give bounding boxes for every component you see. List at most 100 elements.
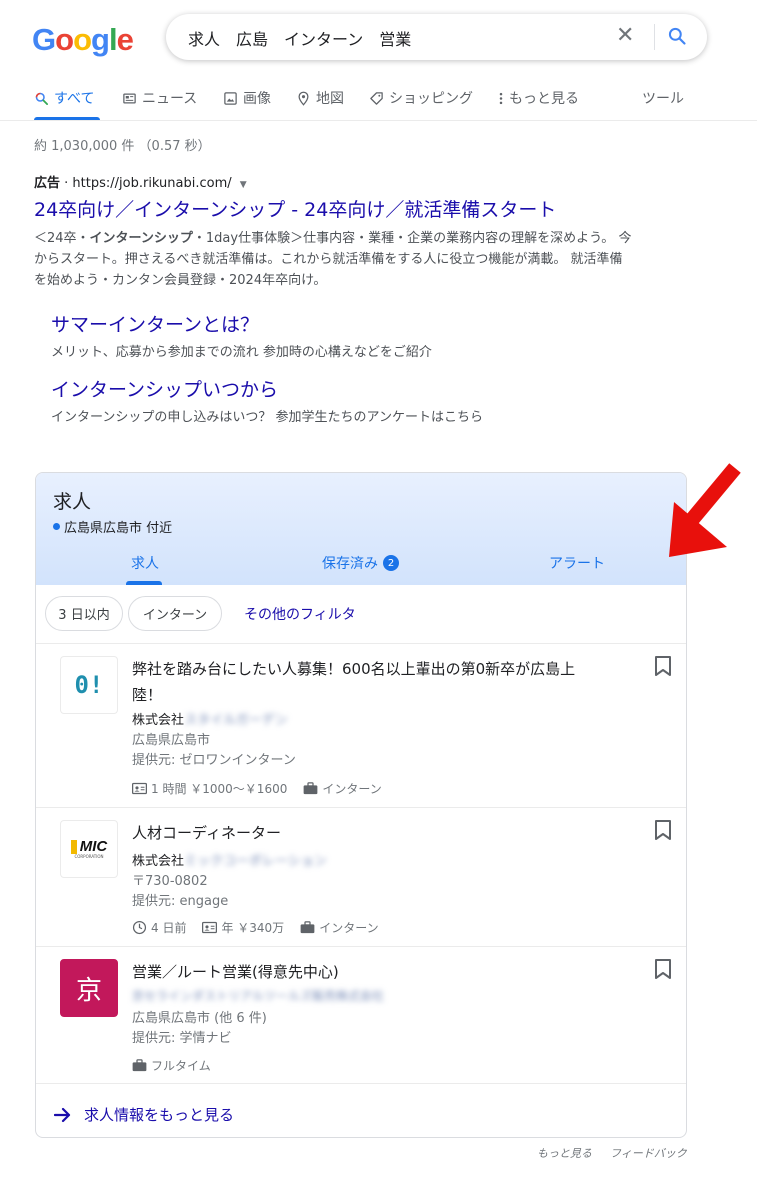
job-type: インターン (322, 782, 382, 796)
company-name: 京セラインダストリアルツールズ販売株式会社 (132, 987, 384, 1004)
job-listing[interactable]: MIC CORPORATION 人材コーディネーター 株式会社ミックコーポレーシ… (36, 808, 686, 946)
job-type: インターン (319, 921, 379, 935)
tab-label: もっと見る (509, 91, 579, 107)
job-meta: 4 日前 年 ￥340万 インターン (132, 919, 379, 936)
company-logo: 京 (60, 959, 118, 1017)
tab-label: すべて (54, 91, 95, 107)
job-meta: 1 時間 ￥1000～￥1600 インターン (132, 780, 382, 797)
jobs-location: 広島県広島市 付近 (53, 517, 172, 536)
jobs-card-header: 求人 広島県広島市 付近 求人 保存済み 2 アラート (36, 473, 686, 585)
ad-url[interactable]: https://job.rikunabi.com/ (72, 176, 231, 191)
saved-count-badge: 2 (383, 555, 399, 571)
tab-saved[interactable]: 保存済み 2 (322, 553, 399, 573)
logo-letter: o (73, 22, 92, 57)
salary-text: 1 時間 ￥1000～￥1600 (151, 782, 288, 796)
company-name-blurred: スタイルガーデン (184, 713, 288, 728)
ad-url-line: 広告 · https://job.rikunabi.com/ ▼ (34, 176, 247, 191)
tab-label: ショッピング (389, 91, 473, 107)
ad-desc-text: ＜24卒・ (34, 231, 90, 246)
logo-text: 京 (75, 975, 102, 1006)
tab-alerts[interactable]: アラート (549, 553, 605, 573)
ad-title-link[interactable]: 24卒向け／インターンシップ - 24卒向け／就活準備スタート (34, 195, 556, 222)
job-listing[interactable]: 0! 弊社を踏み台にしたい人募集！600名以上輩出の第0新卒が広島上陸！ 株式会… (36, 644, 686, 807)
ad-description: ＜24卒・インターンシップ・1day仕事体験＞仕事内容・業種・企業の業務内容の理… (34, 228, 634, 291)
red-arrow-annotation (669, 463, 741, 557)
job-listing[interactable]: 京 営業／ルート営業(得意先中心) 京セラインダストリアルツールズ販売株式会社 … (36, 947, 686, 1079)
footer-more-link[interactable]: もっと見る (537, 1145, 592, 1161)
logo-letter: e (116, 22, 134, 57)
google-logo[interactable]: Google (32, 22, 134, 58)
jobs-card: 求人 広島県広島市 付近 求人 保存済み 2 アラート 3 日以内 インターン そ… (35, 472, 687, 1138)
job-title[interactable]: 人材コーディネーター (132, 820, 582, 846)
tag-icon (370, 91, 383, 105)
more-jobs-label: 求人情報をもっと見る (84, 1106, 235, 1124)
location-dot-icon (53, 523, 60, 530)
salary-text: 年 ￥340万 (221, 921, 285, 935)
tab-maps[interactable]: 地図 (296, 88, 344, 108)
job-location: 広島県広島市 (他 6 件) (132, 1011, 267, 1026)
search-icon (35, 92, 48, 105)
sitelink-desc: メリット、応募から参加までの流れ 参加時の心構えなどをご紹介 (51, 345, 432, 360)
company-name-blurred: ミックコーポレーション (184, 854, 327, 869)
tab-all[interactable]: すべて (34, 88, 94, 108)
sitelink-desc: インターンシップの申し込みはいつ？ 参加学生たちのアンケートはこちら (51, 410, 483, 425)
sitelink-title[interactable]: サマーインターンとは？ (51, 310, 432, 337)
company-logo: 0! (60, 656, 118, 714)
company-name: 株式会社ミックコーポレーション (132, 850, 327, 869)
job-meta: フルタイム (132, 1057, 211, 1074)
company-prefix: 株式会社 (132, 713, 185, 728)
sitelink-title[interactable]: インターンシップいつから (51, 375, 483, 402)
job-location: 広島県広島市 (132, 733, 211, 748)
more-jobs-link[interactable]: 求人情報をもっと見る (54, 1104, 234, 1125)
result-stats: 約 1,030,000 件 （0.57 秒） (34, 139, 211, 154)
search-box[interactable]: 求人 広島 インターン 営業 ✕ (166, 14, 707, 60)
location-text: 広島県広島市 付近 (64, 521, 173, 536)
logo-text: 0! (74, 671, 104, 699)
briefcase-icon (132, 1059, 147, 1072)
logo-letter: g (91, 22, 110, 57)
company-name-blurred: 京セラインダストリアルツールズ販売株式会社 (132, 989, 384, 1003)
tab-more[interactable]: もっと見る (498, 88, 579, 108)
image-icon (224, 91, 237, 105)
bookmark-icon[interactable] (654, 959, 672, 983)
search-input[interactable]: 求人 広島 インターン 営業 (188, 26, 411, 50)
tools-button[interactable]: ツール (642, 88, 684, 108)
briefcase-icon (303, 782, 318, 795)
ad-label: 広告 (34, 176, 61, 191)
header-divider (0, 120, 757, 121)
map-pin-icon (298, 91, 309, 106)
company-prefix: 株式会社 (132, 854, 185, 869)
logo-letter: l (108, 22, 118, 57)
job-title[interactable]: 弊社を踏み台にしたい人募集！600名以上輩出の第0新卒が広島上陸！ (132, 656, 582, 708)
clock-icon (132, 920, 147, 935)
tab-images[interactable]: 画像 (223, 88, 271, 108)
filter-chip-3days[interactable]: 3 日以内 (45, 596, 123, 631)
logo-letter: G (32, 22, 56, 57)
more-filters-link[interactable]: その他のフィルタ (244, 604, 356, 624)
job-source: 提供元: engage (132, 894, 229, 909)
arrow-right-icon (54, 1107, 71, 1122)
search-tabs: すべて ニュース 画像 地図 ショッピング もっと見る ツール (34, 88, 757, 120)
caret-down-icon[interactable]: ▼ (240, 180, 247, 190)
divider (36, 1083, 686, 1084)
bookmark-icon[interactable] (654, 656, 672, 680)
tab-news[interactable]: ニュース (122, 88, 197, 108)
tab-label: 求人 (131, 556, 159, 572)
tab-shopping[interactable]: ショッピング (369, 88, 473, 108)
search-divider (654, 24, 655, 50)
posted-time: 4 日前 (151, 921, 187, 935)
tab-label: アラート (549, 556, 605, 572)
filter-chip-intern[interactable]: インターン (128, 596, 222, 631)
feedback-link[interactable]: フィードバック (610, 1145, 687, 1161)
job-title[interactable]: 営業／ルート営業(得意先中心) (132, 959, 582, 985)
search-icon[interactable] (667, 26, 687, 50)
clear-icon[interactable]: ✕ (616, 23, 634, 48)
job-source: 提供元: ゼロワンインターン (132, 753, 296, 768)
tab-jobs[interactable]: 求人 (131, 553, 159, 573)
company-logo: MIC CORPORATION (60, 820, 118, 878)
logo-letter: o (55, 22, 74, 57)
news-icon (123, 93, 136, 103)
bookmark-icon[interactable] (654, 820, 672, 844)
job-source: 提供元: 学情ナビ (132, 1031, 232, 1046)
tab-label: 保存済み (322, 556, 378, 572)
